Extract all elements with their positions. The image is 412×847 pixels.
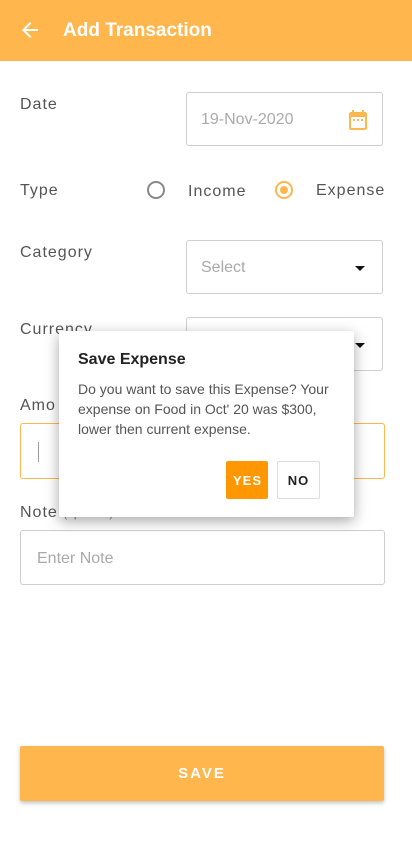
dialog-message: Do you want to save this Expense? Your e… [78, 381, 329, 437]
yes-button[interactable]: YES [226, 461, 268, 499]
dialog-title: Save Expense [78, 351, 186, 368]
save-expense-dialog: Save Expense Do you want to save this Ex… [59, 331, 354, 517]
no-button[interactable]: NO [277, 461, 320, 499]
